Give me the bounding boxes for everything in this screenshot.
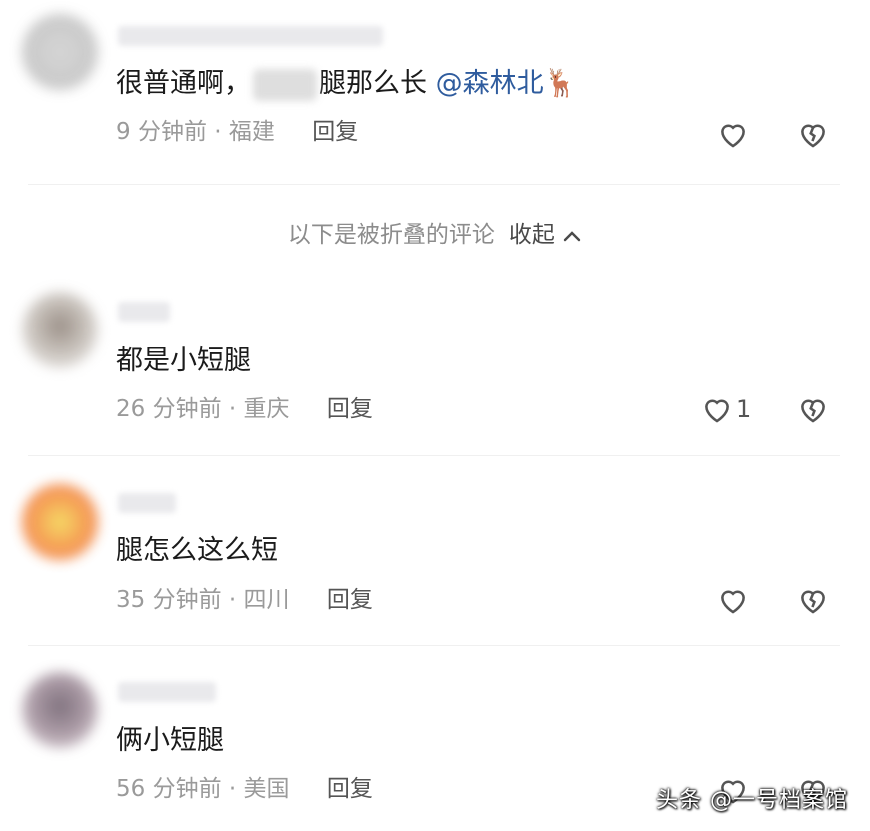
like-button[interactable] (716, 114, 750, 154)
reply-button[interactable]: 回复 (327, 396, 373, 422)
collapse-button[interactable]: 收起 (509, 222, 582, 248)
like-count: 1 (736, 395, 752, 423)
comment-meta: 26 分钟前 · 重庆 回复 (116, 396, 373, 422)
chevron-up-icon (563, 230, 581, 241)
comment-location: 重庆 (243, 396, 290, 422)
username[interactable] (118, 493, 176, 513)
divider (28, 645, 840, 646)
comment-text: 腿怎么这么短 (116, 535, 278, 566)
heart-icon (705, 399, 729, 423)
folded-comments-bar: 以下是被折叠的评论 收起 (0, 218, 870, 252)
comment-meta: 35 分钟前 · 四川 回复 (116, 587, 373, 613)
reply-button[interactable]: 回复 (327, 587, 373, 613)
avatar[interactable] (22, 484, 98, 560)
folded-comments-label: 以下是被折叠的评论 (287, 222, 495, 248)
broken-heart-icon (801, 590, 825, 614)
broken-heart-icon (801, 124, 825, 148)
deer-emoji: 🦌 (543, 68, 578, 99)
avatar[interactable] (22, 14, 98, 90)
like-button[interactable] (716, 580, 750, 620)
comment-location: 福建 (228, 119, 275, 145)
reply-button[interactable]: 回复 (312, 119, 358, 145)
comment-time: 56 分钟前 (116, 776, 222, 802)
divider (28, 184, 840, 185)
broken-heart-icon (801, 399, 825, 423)
comment-meta: 56 分钟前 · 美国 回复 (116, 776, 373, 802)
comment-time: 9 分钟前 (116, 119, 207, 145)
like-button[interactable]: 1 (700, 389, 751, 429)
dislike-button[interactable] (796, 114, 830, 154)
comment-text: 很普通啊， 腿那么长 @森林北🦌 (116, 68, 578, 101)
username[interactable] (118, 302, 170, 322)
comment-location: 四川 (243, 587, 290, 613)
heart-icon (721, 124, 745, 148)
comment-meta: 9 分钟前 · 福建 回复 (116, 119, 359, 145)
dislike-button[interactable] (796, 389, 830, 429)
comment-text: 都是小短腿 (116, 345, 251, 376)
avatar[interactable] (22, 292, 98, 368)
username[interactable] (118, 682, 216, 702)
mention-link[interactable]: @森林北 (436, 68, 544, 99)
reply-button[interactable]: 回复 (327, 776, 373, 802)
avatar[interactable] (22, 672, 98, 748)
comment-time: 35 分钟前 (116, 587, 222, 613)
comment-text: 俩小短腿 (116, 725, 224, 756)
watermark: 头条 @一号档案馆 (656, 788, 848, 813)
username[interactable] (118, 26, 383, 46)
blurred-name (253, 68, 317, 101)
comment-location: 美国 (243, 776, 290, 802)
dislike-button[interactable] (796, 580, 830, 620)
heart-icon (721, 590, 745, 614)
divider (28, 455, 840, 456)
comment-time: 26 分钟前 (116, 396, 222, 422)
